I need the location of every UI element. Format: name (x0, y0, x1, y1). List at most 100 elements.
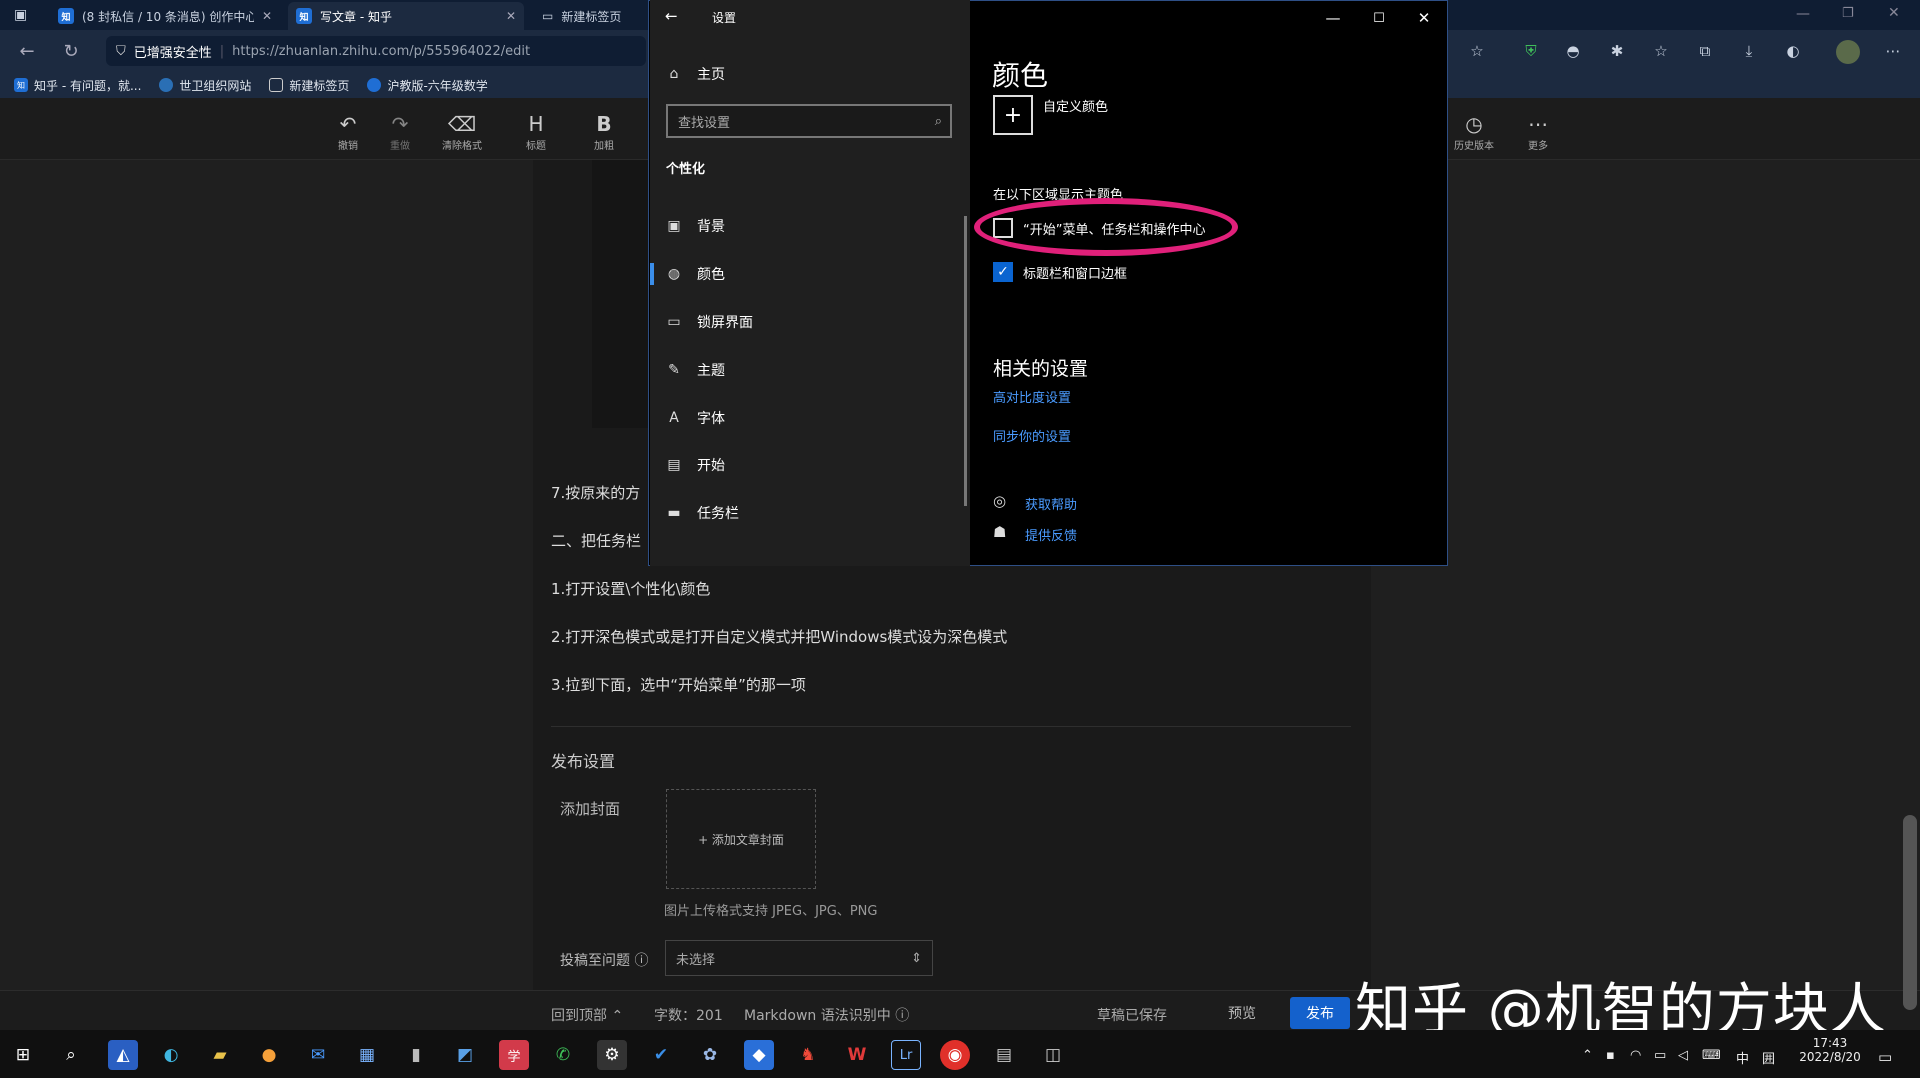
notification-icon[interactable]: ▭ (1878, 1048, 1892, 1066)
clear-format-button[interactable]: ⌫ 清除格式 (442, 114, 482, 152)
volume-icon[interactable]: ◁ (1678, 1048, 1688, 1063)
minimize-icon[interactable]: — (1318, 6, 1348, 30)
more-button[interactable]: ⋯ 更多 (1528, 114, 1548, 152)
history-button[interactable]: ◷ 历史版本 (1454, 114, 1494, 152)
article-paragraph[interactable]: 2.打开深色模式或是打开自定义模式并把Windows模式设为深色模式 (551, 626, 1007, 647)
photos-app-icon[interactable]: ◭ (108, 1040, 138, 1070)
tray-app-icon[interactable]: ▪ (1606, 1048, 1615, 1063)
refresh-icon[interactable]: ↻ (58, 38, 84, 64)
ime-mode-icon[interactable]: 囲 (1762, 1048, 1775, 1067)
music-app-icon[interactable]: ◉ (940, 1040, 970, 1070)
sync-settings-link[interactable]: 同步你的设置 (993, 426, 1071, 445)
article-paragraph[interactable]: 7.按原来的方 (551, 482, 640, 503)
extension-mask-icon[interactable]: ◓ (1562, 40, 1584, 62)
tab-new-tab[interactable]: ▭ 新建标签页 (534, 2, 644, 30)
back-icon[interactable]: ← (14, 38, 40, 64)
settings-nav-taskbar[interactable]: ▬ 任务栏 (665, 503, 739, 523)
settings-back-icon[interactable]: ← (665, 7, 678, 25)
bookmark-math[interactable]: 沪教版-六年级数学 (367, 77, 488, 94)
qq-icon[interactable]: ♞ (793, 1040, 823, 1070)
mail-icon[interactable]: ✉ (303, 1040, 333, 1070)
settings-nav-fonts[interactable]: A 字体 (665, 408, 725, 428)
add-custom-color-button[interactable]: + (993, 95, 1033, 135)
help-icon[interactable]: ⓘ (895, 1008, 909, 1024)
windows-start-icon[interactable]: ⊞ (8, 1040, 38, 1070)
redo-button[interactable]: ↷ 重做 (390, 114, 410, 152)
tab-write-article[interactable]: 知 写文章 - 知乎 ✕ (288, 2, 524, 30)
close-browser-icon[interactable]: ✕ (1888, 5, 1900, 21)
high-contrast-link[interactable]: 高对比度设置 (993, 387, 1071, 406)
microphone-icon[interactable]: ▮ (401, 1040, 431, 1070)
address-field[interactable]: ⛉ 已增强安全性 | https://zhuanlan.zhihu.com/p/… (106, 36, 646, 66)
article-paragraph[interactable]: 3.拉到下面，选中“开始菜单”的那一项 (551, 674, 806, 695)
settings-nav-themes[interactable]: ✎ 主题 (665, 360, 725, 380)
heading-button[interactable]: H 标题 (526, 114, 546, 152)
feedback-link[interactable]: 提供反馈 (1025, 525, 1077, 544)
avatar[interactable] (1836, 40, 1860, 64)
battery-icon[interactable]: ▭ (1654, 1048, 1666, 1063)
settings-search-input[interactable]: 查找设置 ⌕ (666, 104, 952, 138)
add-cover-button[interactable]: + 添加文章封面 (666, 789, 816, 889)
publish-button[interactable]: 发布 (1290, 997, 1350, 1029)
app-orange-icon[interactable]: ● (254, 1040, 284, 1070)
app-flower-icon[interactable]: ✿ (695, 1040, 725, 1070)
undo-button[interactable]: ↶ 撤销 (338, 114, 358, 152)
bookmark-zhihu[interactable]: 知知乎 - 有问题，就... (14, 77, 141, 94)
restore-browser-icon[interactable]: ❐ (1842, 6, 1854, 21)
question-select[interactable]: 未选择 ⇕ (665, 940, 933, 976)
calculator-icon[interactable]: ▦ (352, 1040, 382, 1070)
keyboard-icon[interactable]: ⌨ (1702, 1048, 1721, 1063)
notepad-icon[interactable]: ▤ (989, 1040, 1019, 1070)
maximize-icon[interactable]: ☐ (1364, 6, 1394, 30)
tray-overflow-icon[interactable]: ⌃ (1582, 1048, 1593, 1063)
article-paragraph[interactable]: 二、把任务栏 (551, 530, 641, 551)
tab-creator-center[interactable]: 知 (8 封私信 / 10 条消息) 创作中心 ✕ (50, 2, 280, 30)
todo-check-icon[interactable]: ✔ (646, 1040, 676, 1070)
edge-icon[interactable]: ◐ (156, 1040, 186, 1070)
help-icon[interactable]: ⓘ (634, 953, 648, 969)
bold-button[interactable]: B 加粗 (594, 114, 614, 152)
collections-icon[interactable]: ⧉ (1694, 40, 1716, 62)
bookmark-new-tab[interactable]: 新建标签页 (269, 77, 349, 94)
app-blue-icon[interactable]: ◆ (744, 1040, 774, 1070)
clock[interactable]: 17:43 2022/8/20 (1798, 1036, 1862, 1064)
file-explorer-icon[interactable]: ▰ (205, 1040, 235, 1070)
settings-home-item[interactable]: ⌂ 主页 (665, 64, 725, 84)
title-bars-checkbox[interactable]: ✓ (993, 262, 1013, 282)
settings-nav-lockscreen[interactable]: ▭ 锁屏界面 (665, 312, 753, 332)
url-text[interactable]: https://zhuanlan.zhihu.com/p/555964022/e… (232, 44, 530, 59)
close-icon[interactable]: ✕ (1409, 6, 1439, 30)
wifi-icon[interactable]: ◠ (1630, 1048, 1641, 1063)
settings-nav-background[interactable]: ▣ 背景 (665, 216, 725, 236)
image-viewer-icon[interactable]: ◩ (450, 1040, 480, 1070)
settings-nav-colors[interactable]: ◍ 颜色 (665, 264, 725, 284)
wechat-icon[interactable]: ✆ (548, 1040, 578, 1070)
close-tab-icon[interactable]: ✕ (506, 9, 516, 23)
option-title-bars[interactable]: ✓ 标题栏和窗口边框 (993, 262, 1127, 282)
menu-ellipsis-icon[interactable]: ⋯ (1882, 40, 1904, 62)
ime-indicator[interactable]: 中 (1736, 1048, 1749, 1067)
nav-scrollbar[interactable] (964, 216, 967, 506)
bookmark-who[interactable]: 世卫组织网站 (159, 77, 251, 94)
wps-icon[interactable]: W (842, 1040, 872, 1070)
settings-nav-start[interactable]: ▤ 开始 (665, 455, 725, 475)
search-icon[interactable]: ⌕ (56, 1040, 86, 1070)
shield-extension-icon[interactable]: ⛨ (1520, 40, 1542, 62)
download-icon[interactable]: ⤓ (1738, 40, 1760, 62)
security-badge[interactable]: 已增强安全性 (134, 42, 212, 61)
favorites-icon[interactable]: ☆ (1650, 40, 1672, 62)
extensions-icon[interactable]: ✱ (1606, 40, 1628, 62)
minimize-browser-icon[interactable]: — (1796, 6, 1810, 22)
get-help-link[interactable]: 获取帮助 (1025, 494, 1077, 513)
settings-gear-icon[interactable]: ⚙ (597, 1040, 627, 1070)
browser-essentials-icon[interactable]: ◐ (1782, 40, 1804, 62)
tab-actions-icon[interactable]: ▣ (14, 7, 27, 23)
study-app-icon[interactable]: 学 (499, 1040, 529, 1070)
preview-button[interactable]: 预览 (1212, 997, 1272, 1029)
close-tab-icon[interactable]: ✕ (262, 9, 272, 23)
page-scrollbar[interactable] (1903, 815, 1917, 1010)
lightroom-icon[interactable]: Lr (891, 1040, 921, 1070)
window-app-icon[interactable]: ◫ (1038, 1040, 1068, 1070)
back-to-top-button[interactable]: 回到顶部 ⌃ (551, 1005, 623, 1025)
article-paragraph[interactable]: 1.打开设置\个性化\颜色 (551, 578, 710, 599)
